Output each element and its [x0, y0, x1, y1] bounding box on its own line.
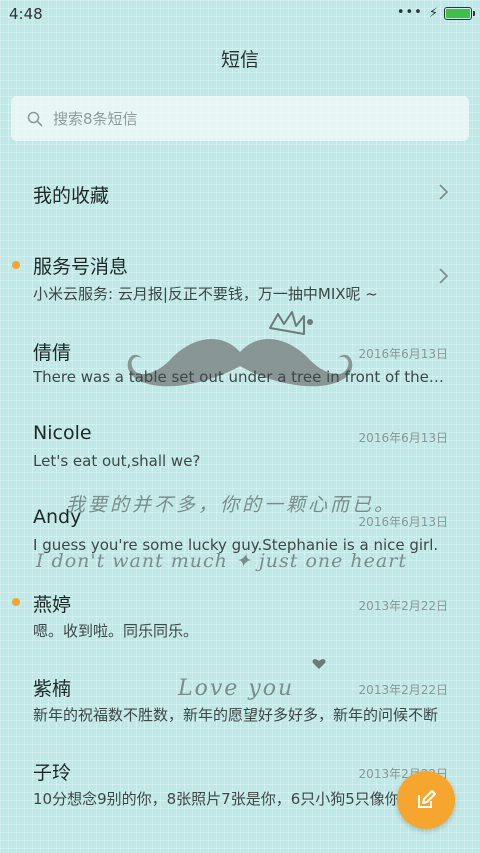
search-icon: [27, 111, 43, 126]
conversation-preview: I guess you're some lucky guy.Stephanie …: [33, 536, 439, 554]
status-bar: 4:48 ••• ⚡: [0, 0, 480, 28]
conversation-preview: 小米云服务: 云月报|反正不要钱，万一抽中MIX呢 ~: [33, 285, 378, 303]
search-bar[interactable]: 搜索8条短信: [11, 96, 469, 141]
conversation-date: 2013年2月22日: [358, 683, 448, 697]
conversation-preview: 10分想念9别的你，8张照片7张是你，6只小狗5只像你: [33, 790, 400, 808]
conversation-date: 2016年6月13日: [358, 347, 448, 361]
conversation-preview: 新年的祝福数不胜数，新年的愿望好多好多，新年的问候不断: [33, 706, 439, 724]
status-time: 4:48: [9, 5, 43, 23]
conversation-item[interactable]: 燕婷 2013年2月22日 嗯。收到啦。同乐同乐。: [0, 572, 480, 656]
conversation-preview: There was a table set out under a tree i…: [33, 368, 448, 386]
conversation-item[interactable]: Andy 2016年6月13日 I guess you're some luck…: [0, 488, 480, 572]
search-input[interactable]: 搜索8条短信: [53, 108, 138, 129]
page-title: 短信: [220, 49, 259, 71]
conversation-item[interactable]: Nicole 2016年6月13日 Let's eat out,shall we…: [0, 404, 480, 488]
conversation-name: 子玲: [33, 762, 72, 784]
favorites-label: 我的收藏: [33, 185, 110, 207]
conversation-name: Nicole: [33, 422, 92, 444]
favorites-row[interactable]: 我的收藏: [0, 152, 480, 232]
conversation-item[interactable]: 紫楠 2013年2月22日 新年的祝福数不胜数，新年的愿望好多好多，新年的问候不…: [0, 656, 480, 740]
charging-bolt-icon: ⚡: [428, 5, 438, 21]
unread-dot: [12, 261, 20, 269]
more-dots-icon: •••: [396, 5, 423, 20]
unread-dot: [12, 598, 20, 606]
conversation-name: 倩倩: [33, 342, 72, 364]
conversation-item[interactable]: 服务号消息 小米云服务: 云月报|反正不要钱，万一抽中MIX呢 ~: [0, 236, 480, 316]
conversation-date: 2016年6月13日: [358, 431, 448, 445]
chevron-right-icon: [439, 184, 448, 200]
chevron-right-icon: [439, 268, 448, 284]
conversation-date: 2016年6月13日: [358, 515, 448, 529]
conversation-item[interactable]: 倩倩 2016年6月13日 There was a table set out …: [0, 320, 480, 404]
conversation-name: 服务号消息: [33, 256, 129, 278]
conversation-date: 2013年2月22日: [358, 599, 448, 613]
compose-button[interactable]: [397, 771, 455, 829]
conversation-name: 紫楠: [33, 678, 72, 700]
conversation-name: Andy: [33, 506, 82, 528]
battery-icon: [444, 6, 475, 20]
conversation-preview: Let's eat out,shall we?: [33, 452, 201, 470]
status-icons: ••• ⚡: [396, 5, 475, 21]
compose-icon: [418, 790, 436, 808]
conversation-preview: 嗯。收到啦。同乐同乐。: [33, 622, 199, 640]
conversation-name: 燕婷: [33, 594, 72, 616]
